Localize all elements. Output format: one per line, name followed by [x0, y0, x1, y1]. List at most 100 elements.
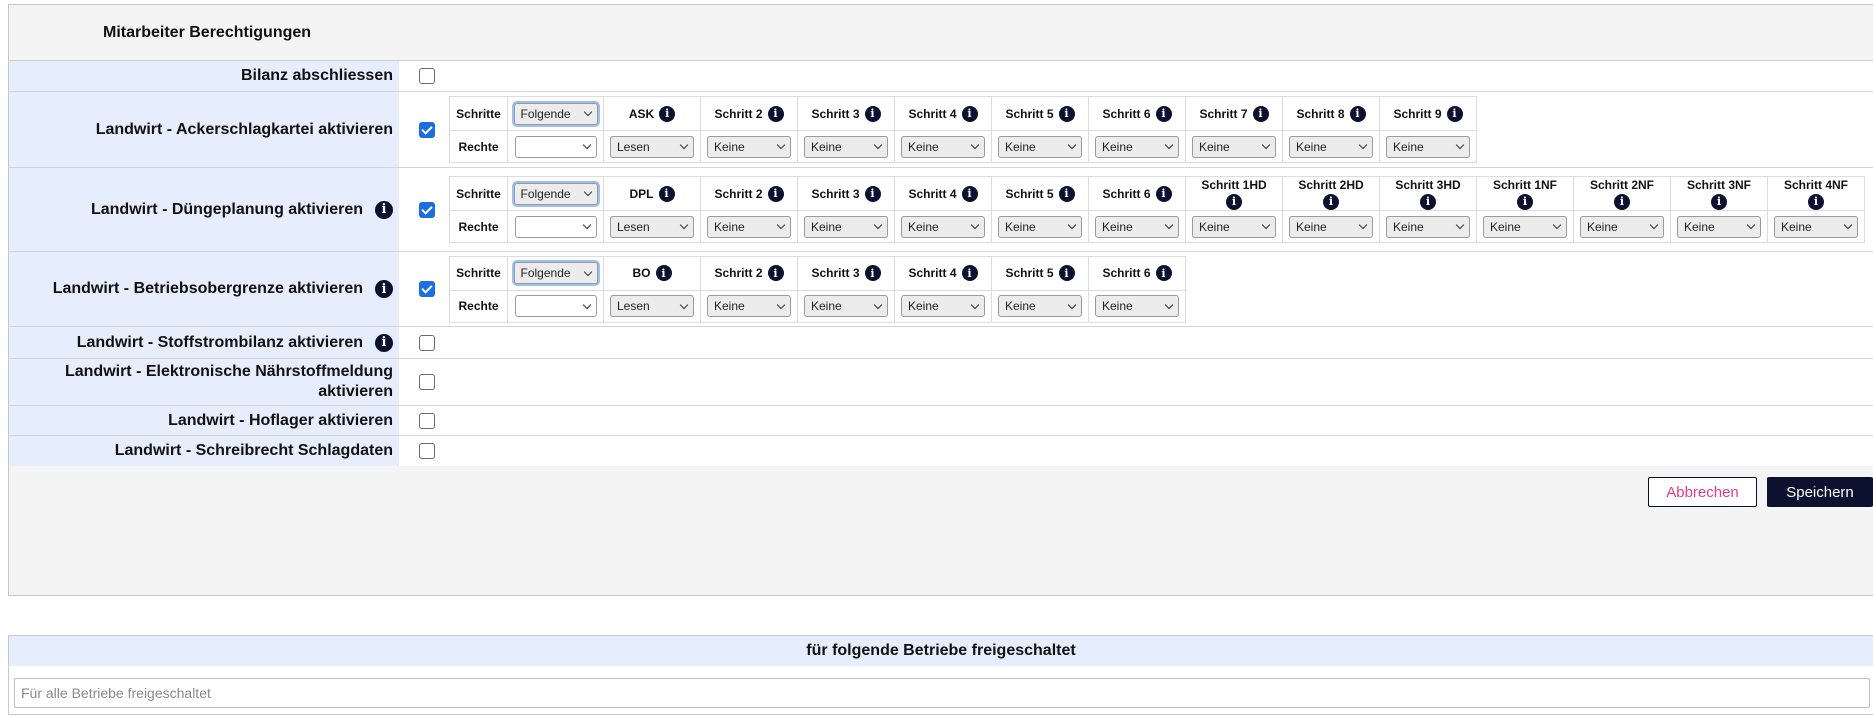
info-icon[interactable]: i: [864, 185, 881, 202]
cancel-button[interactable]: Abbrechen: [1648, 477, 1757, 507]
grid-label-schritte: Schritte: [449, 96, 508, 131]
info-icon[interactable]: i: [961, 185, 978, 202]
info-icon[interactable]: i: [375, 333, 393, 352]
info-icon[interactable]: i: [961, 105, 978, 122]
rights-cell: Keine: [797, 210, 895, 243]
step-header: Schritt 3 i: [811, 185, 881, 202]
folgende-select[interactable]: Folgende: [513, 102, 598, 125]
select-value: Keine: [714, 219, 745, 234]
rights-select[interactable]: Keine: [707, 135, 791, 158]
checkbox-stoffstrombilanz[interactable]: [419, 334, 435, 351]
info-icon[interactable]: i: [767, 265, 784, 281]
rechte-select-empty[interactable]: [514, 295, 597, 317]
rights-cell: Keine: [1088, 210, 1186, 243]
info-icon[interactable]: i: [1058, 105, 1075, 122]
rights-select[interactable]: Keine: [804, 295, 888, 317]
rights-select[interactable]: Keine: [998, 215, 1082, 238]
select-value: Keine: [908, 219, 939, 234]
rights-select[interactable]: Keine: [707, 215, 791, 238]
checkbox-bilanz[interactable]: [419, 68, 435, 84]
info-icon[interactable]: i: [659, 105, 676, 122]
info-icon[interactable]: i: [961, 265, 978, 281]
rights-select[interactable]: Keine: [1386, 215, 1470, 238]
rights-select[interactable]: Keine: [804, 215, 888, 238]
info-icon[interactable]: i: [655, 265, 672, 281]
rights-select[interactable]: Keine: [998, 135, 1082, 158]
step-header: Schritt 8 i: [1296, 105, 1366, 122]
info-icon[interactable]: i: [1058, 265, 1075, 281]
rights-cell: Keine: [1088, 289, 1186, 323]
rights-cell: Keine: [894, 289, 992, 323]
select-value: Folgende: [520, 186, 571, 201]
rights-select[interactable]: Keine: [1289, 215, 1373, 238]
rights-cell: Keine: [1088, 130, 1186, 163]
step-name: ASK: [628, 106, 655, 121]
info-icon[interactable]: i: [1807, 193, 1824, 210]
checkbox-betriebsobergrenze[interactable]: [419, 281, 435, 297]
rights-select[interactable]: Lesen: [610, 295, 694, 317]
info-icon[interactable]: i: [1155, 185, 1172, 202]
rights-select[interactable]: Keine: [1289, 135, 1373, 158]
checkbox-ackerschlagkartei[interactable]: [419, 121, 435, 138]
rights-cell: Keine: [1185, 130, 1283, 163]
info-icon[interactable]: i: [767, 185, 784, 202]
rights-select[interactable]: Keine: [1386, 135, 1470, 158]
info-icon[interactable]: i: [1252, 105, 1269, 122]
info-icon[interactable]: i: [658, 185, 675, 202]
rights-cell: Keine: [700, 130, 798, 163]
checkbox-hoflager[interactable]: [419, 412, 435, 429]
rights-select[interactable]: Keine: [707, 295, 791, 317]
info-icon[interactable]: i: [1226, 193, 1242, 210]
info-icon[interactable]: i: [1613, 193, 1630, 210]
rechte-select-empty[interactable]: [514, 135, 597, 158]
step-name: Schritt 1NF: [1492, 177, 1557, 192]
info-icon[interactable]: i: [864, 105, 881, 122]
info-icon[interactable]: i: [1155, 265, 1172, 281]
info-icon[interactable]: i: [1323, 193, 1339, 210]
select-value: Folgende: [520, 106, 571, 121]
info-icon[interactable]: i: [375, 280, 393, 298]
info-icon[interactable]: i: [767, 105, 784, 122]
rights-select[interactable]: Lesen: [610, 135, 694, 158]
rights-select[interactable]: Keine: [901, 215, 985, 238]
save-button[interactable]: Speichern: [1767, 477, 1873, 507]
rights-select[interactable]: Keine: [1483, 215, 1567, 238]
checkbox-schreibrecht[interactable]: [419, 443, 435, 459]
info-icon[interactable]: i: [1420, 193, 1436, 210]
checkbox-duengeplanung[interactable]: [419, 201, 435, 218]
betriebe-input[interactable]: [14, 678, 1870, 708]
info-icon[interactable]: i: [1349, 105, 1366, 122]
rights-select[interactable]: Keine: [1095, 135, 1179, 158]
rights-select[interactable]: Keine: [1192, 135, 1276, 158]
rechte-select-empty[interactable]: [514, 215, 597, 238]
info-icon[interactable]: i: [1058, 185, 1075, 202]
rights-select[interactable]: Keine: [1192, 215, 1276, 238]
step-header: Schritt 2 i: [714, 265, 784, 281]
step-header-cell: DPL i: [603, 176, 701, 211]
info-icon[interactable]: i: [1446, 105, 1463, 122]
rights-select[interactable]: Keine: [901, 295, 985, 317]
rights-select[interactable]: Keine: [901, 135, 985, 158]
checkbox-naehrstoffmeldung[interactable]: [419, 374, 435, 390]
info-icon[interactable]: i: [1516, 193, 1533, 210]
rights-select[interactable]: Keine: [998, 295, 1082, 317]
row-schreibrecht: Landwirt - Schreibrecht Schlagdaten: [9, 436, 1873, 466]
folgende-select[interactable]: Folgende: [513, 182, 598, 205]
info-icon[interactable]: i: [375, 200, 393, 219]
rights-select[interactable]: Keine: [1677, 215, 1761, 238]
info-icon[interactable]: i: [864, 265, 881, 281]
select-value: Keine: [1490, 219, 1521, 234]
step-name: Schritt 4NF: [1783, 177, 1848, 192]
info-icon[interactable]: i: [1710, 193, 1727, 210]
info-icon[interactable]: i: [1155, 105, 1172, 122]
chevron-down-icon: [776, 140, 786, 150]
rights-select[interactable]: Keine: [1580, 215, 1664, 238]
rights-select[interactable]: Keine: [1095, 215, 1179, 238]
rights-select[interactable]: Keine: [1095, 295, 1179, 317]
rights-select[interactable]: Keine: [804, 135, 888, 158]
folgende-select[interactable]: Folgende: [513, 262, 598, 284]
step-name: Schritt 2: [714, 186, 763, 201]
step-header-cell: Schritt 3NF i: [1670, 176, 1768, 211]
rights-select[interactable]: Lesen: [610, 215, 694, 238]
rights-select[interactable]: Keine: [1774, 215, 1858, 238]
